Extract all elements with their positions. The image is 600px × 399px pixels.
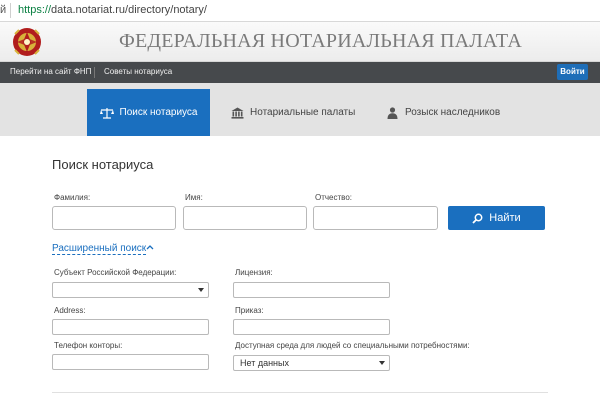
address-bar-separator xyxy=(10,3,11,18)
accessibility-select[interactable]: Нет данных xyxy=(233,355,390,371)
nav-divider xyxy=(94,67,95,78)
dropdown-arrow-icon xyxy=(379,361,385,365)
browser-address-bar[interactable]: й https://data.notariat.ru/directory/not… xyxy=(0,0,600,22)
order-input[interactable] xyxy=(233,319,390,335)
chevron-up-icon[interactable] xyxy=(146,243,154,253)
region-select[interactable] xyxy=(52,282,209,298)
license-input[interactable] xyxy=(233,282,390,298)
page-title: Поиск нотариуса xyxy=(52,157,154,172)
patronymic-label: Отчество: xyxy=(315,193,352,202)
tab-label: Розыск наследников xyxy=(405,107,501,118)
nav-link-notary-advice[interactable]: Советы нотариуса xyxy=(104,67,172,76)
tab-label: Нотариальные палаты xyxy=(250,107,356,118)
notary-chamber-emblem-icon[interactable] xyxy=(10,24,44,60)
institution-icon xyxy=(230,106,244,120)
license-label: Лицензия: xyxy=(235,268,273,277)
order-label: Приказ: xyxy=(235,306,264,315)
site-title: ФЕДЕРАЛЬНАЯ НОТАРИАЛЬНАЯ ПАЛАТА xyxy=(119,30,522,52)
person-icon xyxy=(385,106,399,120)
login-button[interactable]: Войти xyxy=(557,64,588,80)
address-bar-left-text: й xyxy=(0,4,7,16)
patronymic-input[interactable] xyxy=(313,206,438,230)
name-input[interactable] xyxy=(183,206,307,230)
phone-input[interactable] xyxy=(52,354,209,370)
dropdown-arrow-icon xyxy=(198,288,204,292)
section-divider xyxy=(52,392,548,393)
address-bar-url[interactable]: https://data.notariat.ru/directory/notar… xyxy=(18,4,207,16)
search-button[interactable]: Найти xyxy=(448,206,545,230)
address-input[interactable] xyxy=(52,319,209,335)
accessibility-select-value: Нет данных xyxy=(240,358,289,368)
phone-label: Телефон конторы: xyxy=(54,341,123,350)
region-label: Субъект Российской Федерации: xyxy=(54,268,177,277)
top-navigation: Перейти на сайт ФНП Советы нотариуса xyxy=(0,62,600,83)
search-icon xyxy=(472,213,483,224)
nav-link-fnp-site[interactable]: Перейти на сайт ФНП xyxy=(10,67,91,76)
address-label: Address: xyxy=(54,306,86,315)
tab-heir-search[interactable]: Розыск наследников xyxy=(385,89,500,136)
url-path: data.notariat.ru/directory/notary/ xyxy=(51,4,207,16)
url-scheme: https:// xyxy=(18,4,52,16)
advanced-search-link[interactable]: Расширенный поиск xyxy=(52,243,147,255)
tab-notary-search[interactable]: Поиск нотариуса xyxy=(87,89,210,136)
name-label: Имя: xyxy=(185,193,203,202)
tab-label: Поиск нотариуса xyxy=(119,107,198,118)
tab-notary-chambers[interactable]: Нотариальные палаты xyxy=(230,89,355,136)
tab-bar: Поиск нотариуса Нотариальные палаты Розы… xyxy=(0,83,600,136)
scales-icon xyxy=(99,106,114,120)
search-button-label: Найти xyxy=(489,212,521,224)
site-header: ФЕДЕРАЛЬНАЯ НОТАРИАЛЬНАЯ ПАЛАТА xyxy=(0,22,600,62)
surname-label: Фамилия: xyxy=(54,193,91,202)
surname-input[interactable] xyxy=(52,206,176,230)
accessibility-label: Доступная среда для людей со специальным… xyxy=(235,341,470,350)
